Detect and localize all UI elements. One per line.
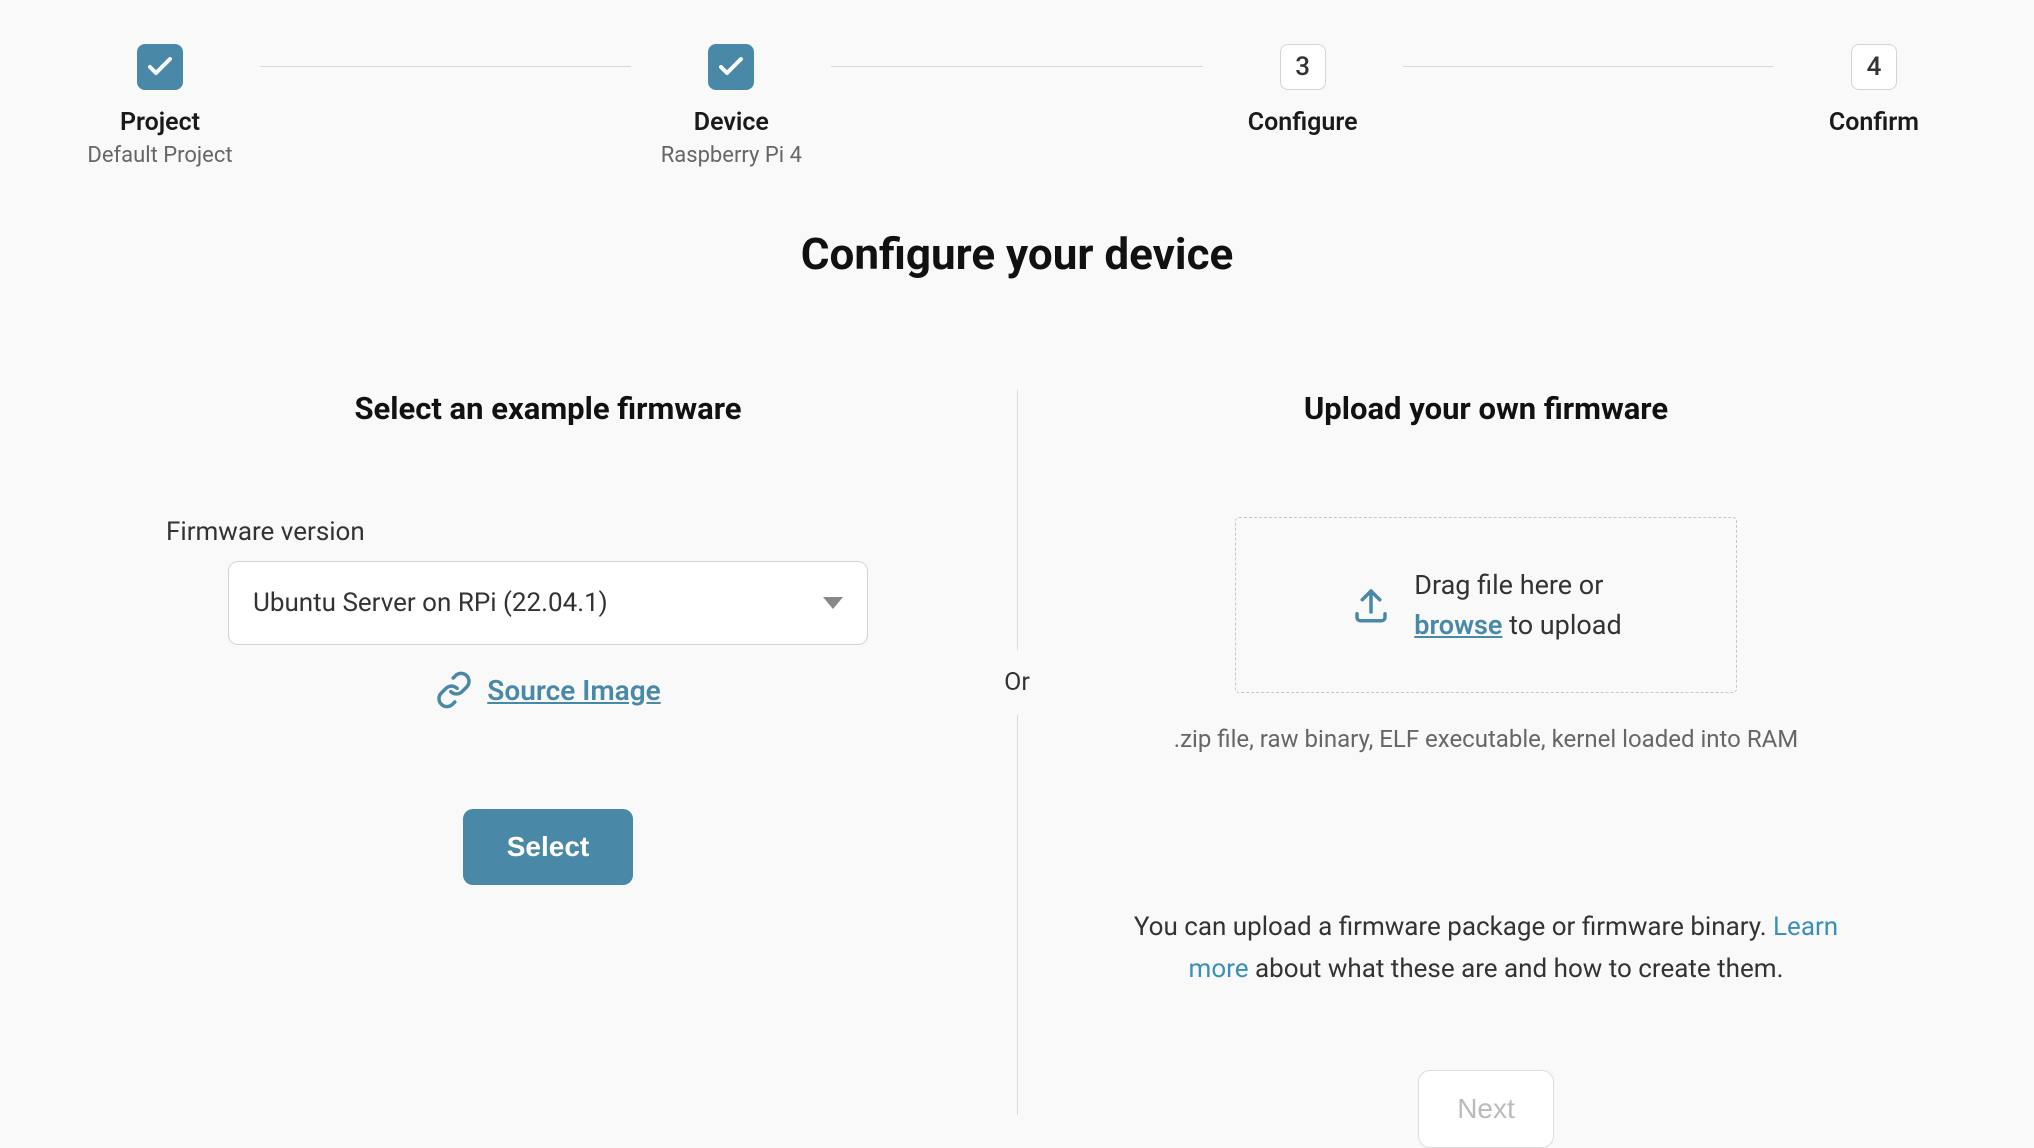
column-divider: Or — [1016, 390, 1018, 1148]
step-confirm[interactable]: 4 Confirm — [1794, 44, 1954, 143]
step-title: Configure — [1248, 108, 1358, 137]
drop-suffix: to upload — [1502, 609, 1621, 641]
firmware-version-label: Firmware version — [160, 517, 936, 547]
source-image-link[interactable]: Source Image — [487, 674, 660, 707]
step-device[interactable]: Device Raspberry Pi 4 — [651, 44, 811, 168]
step-title: Device — [694, 108, 769, 137]
upload-icon — [1350, 584, 1392, 626]
step-title: Confirm — [1829, 108, 1919, 137]
select-button[interactable]: Select — [463, 809, 634, 885]
firmware-version-select[interactable]: Ubuntu Server on RPi (22.04.1) — [228, 561, 868, 645]
next-button[interactable]: Next — [1418, 1070, 1554, 1148]
upload-firmware-column: Upload your own firmware Drag file here … — [1018, 390, 1954, 1148]
chevron-down-icon — [823, 597, 843, 609]
check-icon — [708, 44, 754, 90]
example-firmware-heading: Select an example firmware — [160, 390, 936, 427]
or-label: Or — [1004, 650, 1030, 715]
step-subtitle: Raspberry Pi 4 — [661, 143, 802, 168]
browse-link[interactable]: browse — [1414, 609, 1502, 641]
stepper: Project Default Project Device Raspberry… — [0, 0, 2034, 168]
info-suffix: about what these are and how to create t… — [1249, 954, 1784, 984]
main-columns: Select an example firmware Firmware vers… — [0, 390, 2034, 1148]
stepper-connector — [260, 66, 631, 67]
step-configure[interactable]: 3 Configure — [1223, 44, 1383, 143]
example-firmware-column: Select an example firmware Firmware vers… — [80, 390, 1016, 1148]
step-subtitle: Default Project — [87, 143, 232, 168]
step-number: 4 — [1851, 44, 1897, 90]
stepper-connector — [831, 66, 1202, 67]
file-dropzone[interactable]: Drag file here or browse to upload — [1235, 517, 1737, 693]
info-prefix: You can upload a firmware package or fir… — [1134, 912, 1773, 942]
dropzone-text: Drag file here or browse to upload — [1414, 565, 1621, 646]
divider-line — [1017, 715, 1018, 1115]
page-title: Configure your device — [0, 228, 2034, 280]
upload-firmware-heading: Upload your own firmware — [1098, 390, 1874, 427]
firmware-version-value: Ubuntu Server on RPi (22.04.1) — [253, 588, 608, 618]
link-icon — [435, 671, 473, 709]
step-project[interactable]: Project Default Project — [80, 44, 240, 168]
step-title: Project — [120, 108, 200, 137]
source-image-row: Source Image — [160, 671, 936, 709]
drop-prefix: Drag file here or — [1414, 569, 1603, 601]
divider-line — [1017, 390, 1018, 650]
step-number: 3 — [1280, 44, 1326, 90]
upload-hint: .zip file, raw binary, ELF executable, k… — [1098, 721, 1874, 757]
stepper-connector — [1403, 66, 1774, 67]
check-icon — [137, 44, 183, 90]
upload-info: You can upload a firmware package or fir… — [1098, 907, 1874, 990]
